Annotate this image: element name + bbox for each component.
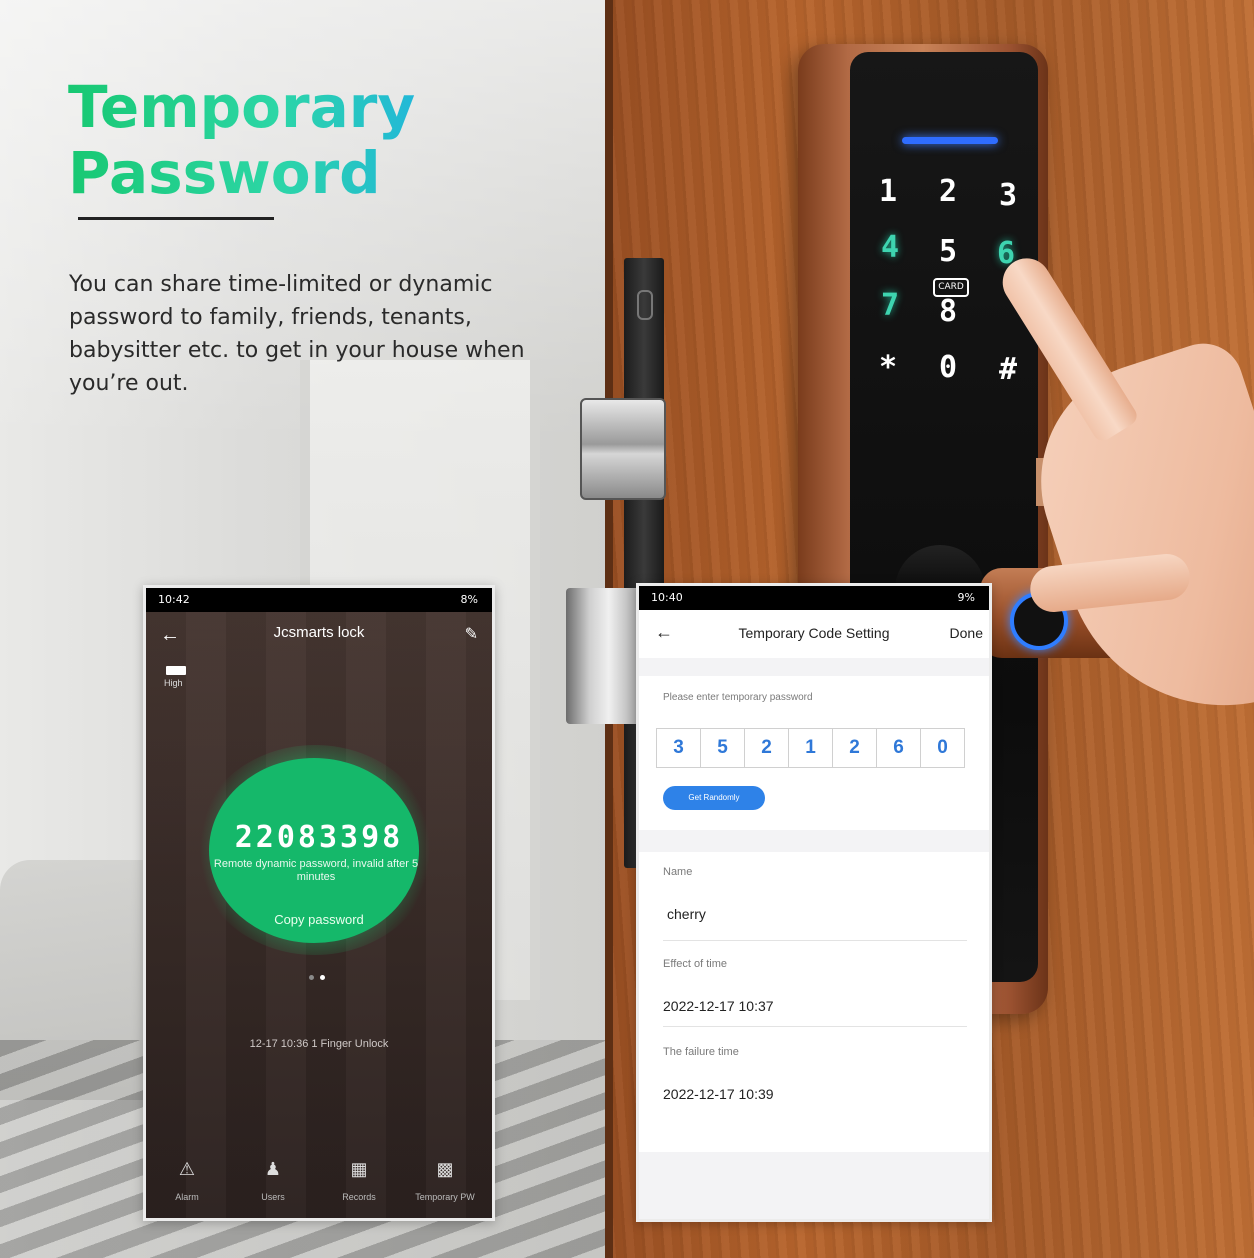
alarm-icon: ⚠ bbox=[178, 1159, 196, 1179]
keypad-key-0[interactable]: 0 bbox=[928, 348, 968, 388]
status-led bbox=[902, 137, 998, 144]
password-digit-input[interactable]: 3 5 2 1 2 6 0 bbox=[656, 728, 965, 768]
phone-temporary-code-setting: 10:40 9% ← Temporary Code Setting Done P… bbox=[636, 583, 992, 1222]
password-digit[interactable]: 1 bbox=[789, 729, 833, 767]
password-details-card: Name cherry Effect of time 2022-12-17 10… bbox=[639, 852, 989, 1152]
page-indicator-dot[interactable] bbox=[309, 975, 314, 980]
name-field[interactable]: cherry bbox=[667, 906, 706, 922]
battery-icon bbox=[166, 666, 186, 675]
phone-dynamic-password: 10:42 8% ← Jcsmarts lock ✎ High 22083398… bbox=[143, 585, 495, 1221]
page-indicator-dot-active[interactable] bbox=[320, 975, 325, 980]
screen-header: ← Temporary Code Setting Done bbox=[639, 610, 989, 658]
effect-time-label: Effect of time bbox=[663, 958, 727, 970]
effect-time-field[interactable]: 2022-12-17 10:37 bbox=[663, 998, 774, 1014]
keypad-key-3[interactable]: 3 bbox=[988, 176, 1028, 216]
tab-temporary-pw[interactable]: ▩ Temporary PW bbox=[405, 1158, 485, 1202]
divider bbox=[663, 940, 967, 941]
pencil-icon[interactable]: ✎ bbox=[465, 624, 478, 644]
mortise-screw bbox=[637, 290, 653, 320]
status-battery: 9% bbox=[957, 591, 975, 604]
tab-records-label: Records bbox=[342, 1192, 376, 1202]
dynamic-password-note: Remote dynamic password, invalid after 5… bbox=[213, 858, 419, 883]
status-battery: 8% bbox=[460, 593, 478, 606]
password-hint: Please enter temporary password bbox=[663, 692, 813, 703]
latest-unlock-record: 12-17 10:36 1 Finger Unlock bbox=[249, 1038, 389, 1050]
password-digit[interactable]: 2 bbox=[833, 729, 877, 767]
tab-records[interactable]: ▦ Records bbox=[319, 1158, 399, 1202]
dead-bolt bbox=[566, 588, 644, 724]
password-digit[interactable]: 0 bbox=[921, 729, 964, 767]
password-digit[interactable]: 2 bbox=[745, 729, 789, 767]
keypad-key-4[interactable]: 4 bbox=[870, 228, 910, 268]
status-time: 10:42 bbox=[158, 593, 190, 606]
latch-bolt bbox=[580, 398, 666, 500]
status-time: 10:40 bbox=[651, 591, 683, 604]
tab-users-label: Users bbox=[261, 1192, 285, 1202]
headline-line-1: Temporary bbox=[68, 73, 416, 141]
keypad-key-star[interactable]: * bbox=[868, 348, 908, 388]
password-entry-card: Please enter temporary password 3 5 2 1 … bbox=[639, 676, 989, 830]
tab-users[interactable]: ♟ Users bbox=[233, 1158, 313, 1202]
calendar-icon: ▦ bbox=[350, 1159, 368, 1179]
password-digit[interactable]: 6 bbox=[877, 729, 921, 767]
keypad-key-1[interactable]: 1 bbox=[868, 172, 908, 212]
keypad-key-2[interactable]: 2 bbox=[928, 172, 968, 212]
get-randomly-button[interactable]: Get Randomly bbox=[663, 786, 765, 810]
keypad-key-8[interactable]: 8 bbox=[928, 292, 968, 332]
password-digit[interactable]: 3 bbox=[657, 729, 701, 767]
failure-time-field[interactable]: 2022-12-17 10:39 bbox=[663, 1086, 774, 1102]
keypad-key-5[interactable]: 5 bbox=[928, 232, 968, 272]
screen-title: Temporary Code Setting bbox=[738, 625, 890, 641]
grid-icon: ▩ bbox=[436, 1159, 454, 1179]
name-label: Name bbox=[663, 866, 693, 878]
battery-label: High bbox=[164, 678, 183, 688]
done-button[interactable]: Done bbox=[950, 625, 983, 641]
divider bbox=[663, 1026, 967, 1027]
keypad-key-hash[interactable]: # bbox=[988, 350, 1028, 390]
card-reader-icon: CARD bbox=[933, 278, 969, 297]
password-digit[interactable]: 5 bbox=[701, 729, 745, 767]
lock-name-title: Jcsmarts lock bbox=[273, 624, 365, 641]
headline-title: Temporary Password bbox=[68, 74, 415, 206]
dynamic-password-value: 22083398 bbox=[234, 820, 404, 855]
headline-line-2: Password bbox=[68, 139, 381, 207]
status-bar: 10:40 9% bbox=[639, 586, 989, 610]
failure-time-label: The failure time bbox=[663, 1046, 739, 1058]
copy-password-button[interactable]: Copy password bbox=[146, 912, 492, 927]
tab-alarm[interactable]: ⚠ Alarm bbox=[147, 1158, 227, 1202]
headline-description: You can share time-limited or dynamic pa… bbox=[69, 272, 525, 396]
tab-temporary-label: Temporary PW bbox=[415, 1192, 475, 1202]
status-bar: 10:42 8% bbox=[146, 588, 492, 612]
product-banner: Temporary Password You can share time-li… bbox=[0, 0, 1254, 1258]
keypad-key-7[interactable]: 7 bbox=[870, 286, 910, 326]
headline-underline bbox=[78, 217, 274, 220]
bottom-tab-bar: ⚠ Alarm ♟ Users ▦ Records ▩ Temporary PW bbox=[146, 1148, 492, 1218]
users-icon: ♟ bbox=[264, 1159, 282, 1179]
tab-alarm-label: Alarm bbox=[175, 1192, 199, 1202]
